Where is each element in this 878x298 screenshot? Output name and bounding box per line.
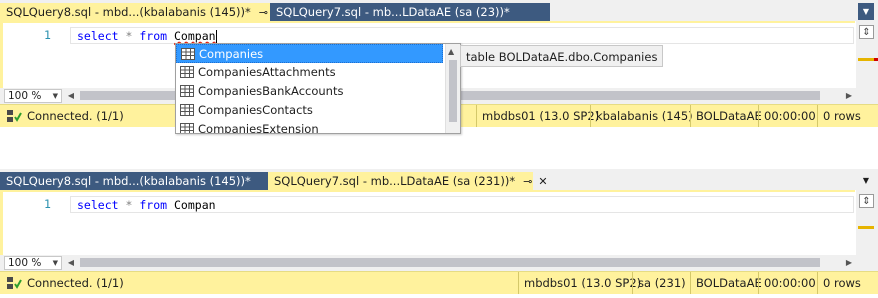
query-pane-2: SQLQuery8.sql - mbd...(kbalabanis (145))… [0,169,878,298]
login-user: sa (231) [632,272,691,294]
intellisense-item-label: CompaniesAttachments [198,65,336,79]
zoom-value: 100 % [8,257,42,269]
tab-title: SQLQuery8.sql - mbd...(kbalabanis (145))… [6,5,251,19]
connected-icon [7,110,22,122]
scroll-up-icon[interactable]: ▲ [448,47,454,56]
intellisense-scrollbar[interactable]: ▲ [445,44,460,133]
intellisense-item[interactable]: CompaniesAttachments [176,63,443,82]
editor-bottom-bar: 100 % ▼ ◀ ▶ [0,255,878,271]
row-count: 0 rows [817,105,866,127]
intellisense-item-label: Companies [199,47,264,61]
elapsed-time: 00:00:00 [758,272,821,294]
zoom-select[interactable]: 100 % ▼ [4,256,62,270]
elapsed-time: 00:00:00 [758,105,821,127]
change-marker [0,192,3,256]
intellisense-item-label: CompaniesContacts [198,103,313,117]
keyword-from: from [139,198,168,212]
status-bar: Connected. (1/1) mbdbs01 (13.0 SP2) sa (… [0,271,878,294]
pin-icon[interactable]: ⊸ [523,173,532,191]
connected-icon [7,277,22,289]
vertical-scrollbar[interactable]: ⇕ [856,21,878,88]
keyword-from: from [139,29,168,43]
star-token: * [125,198,133,212]
table-icon [180,104,194,116]
server-version: mbdbs01 (13.0 SP2) [476,105,604,127]
row-count: 0 rows [817,272,866,294]
table-icon [180,85,194,97]
intellisense-item-label: CompaniesBankAccounts [198,84,344,98]
intellisense-scroll-thumb[interactable] [449,60,457,122]
zoom-select[interactable]: 100 % ▼ [4,89,62,103]
tab-sqlquery7[interactable]: SQLQuery7.sql - mb...LDataAE (sa (231))*… [268,172,548,191]
code-line[interactable]: select * from Compan [70,196,854,213]
table-icon [180,66,194,78]
horizontal-scroll-thumb[interactable] [80,258,820,267]
connection-status: Connected. (1/1) [27,109,124,123]
intellisense-item-label: CompaniesExtension [198,122,319,134]
change-marker [0,23,3,88]
chevron-down-icon: ▼ [52,92,58,100]
tab-list-dropdown-icon[interactable]: ▼ [858,172,874,189]
identifier-token: Compan [174,198,216,212]
table-icon [180,123,194,133]
keyword-select: select [77,198,119,212]
query-editor[interactable]: 1 select * from Compan [0,190,855,256]
scroll-left-icon[interactable]: ◀ [66,90,76,102]
text-caret [215,30,217,43]
tab-sqlquery7[interactable]: SQLQuery7.sql - mb...LDataAE (sa (23))* [270,3,550,21]
document-tabstrip: SQLQuery8.sql - mbd...(kbalabanis (145))… [0,169,878,190]
tab-sqlquery8[interactable]: SQLQuery8.sql - mbd...(kbalabanis (145))… [0,3,283,22]
split-icon[interactable]: ⇕ [859,25,874,39]
scroll-right-icon[interactable]: ▶ [844,90,854,102]
split-icon[interactable]: ⇕ [859,194,874,208]
server-version: mbdbs01 (13.0 SP2) [518,272,646,294]
table-icon [181,48,195,60]
keyword-select: select [77,29,119,43]
tab-title: SQLQuery7.sql - mb...LDataAE (sa (231))* [274,174,516,188]
intellisense-item[interactable]: CompaniesBankAccounts [176,82,443,101]
tab-title: SQLQuery8.sql - mbd...(kbalabanis (145))… [6,174,251,188]
tab-list-dropdown-icon[interactable]: ▼ [858,3,874,20]
close-icon[interactable]: ✕ [538,173,547,191]
identifier-token: Compan [174,29,216,43]
zoom-value: 100 % [8,90,42,102]
line-number: 1 [44,197,51,211]
scroll-left-icon[interactable]: ◀ [66,257,76,269]
tab-sqlquery8[interactable]: SQLQuery8.sql - mbd...(kbalabanis (145))… [0,172,268,190]
line-number: 1 [44,28,51,42]
scroll-right-icon[interactable]: ▶ [844,257,854,269]
tab-title: SQLQuery7.sql - mb...LDataAE (sa (23))* [276,5,510,19]
vertical-scrollbar[interactable]: ⇕ [856,190,878,256]
intellisense-item[interactable]: CompaniesContacts [176,101,443,120]
connection-status: Connected. (1/1) [27,276,124,290]
intellisense-item[interactable]: CompaniesExtension [176,120,443,134]
intellisense-list[interactable]: Companies CompaniesAttachments Companies… [175,43,461,134]
database-name: BOLDataAE [690,105,767,127]
document-tabstrip: SQLQuery8.sql - mbd...(kbalabanis (145))… [0,0,878,21]
scroll-marker-yellow [858,226,874,229]
code-line[interactable]: select * from Compan [70,27,854,44]
intellisense-tooltip: table BOLDataAE.dbo.Companies [460,45,664,67]
login-user: kbalabanis (145) [590,105,698,127]
scroll-marker-red [874,58,878,61]
star-token: * [125,29,133,43]
chevron-down-icon: ▼ [52,259,58,267]
database-name: BOLDataAE [690,272,767,294]
pin-icon[interactable]: ⊸ [259,4,268,22]
intellisense-item[interactable]: Companies [176,44,443,63]
scroll-marker-yellow [858,58,874,61]
